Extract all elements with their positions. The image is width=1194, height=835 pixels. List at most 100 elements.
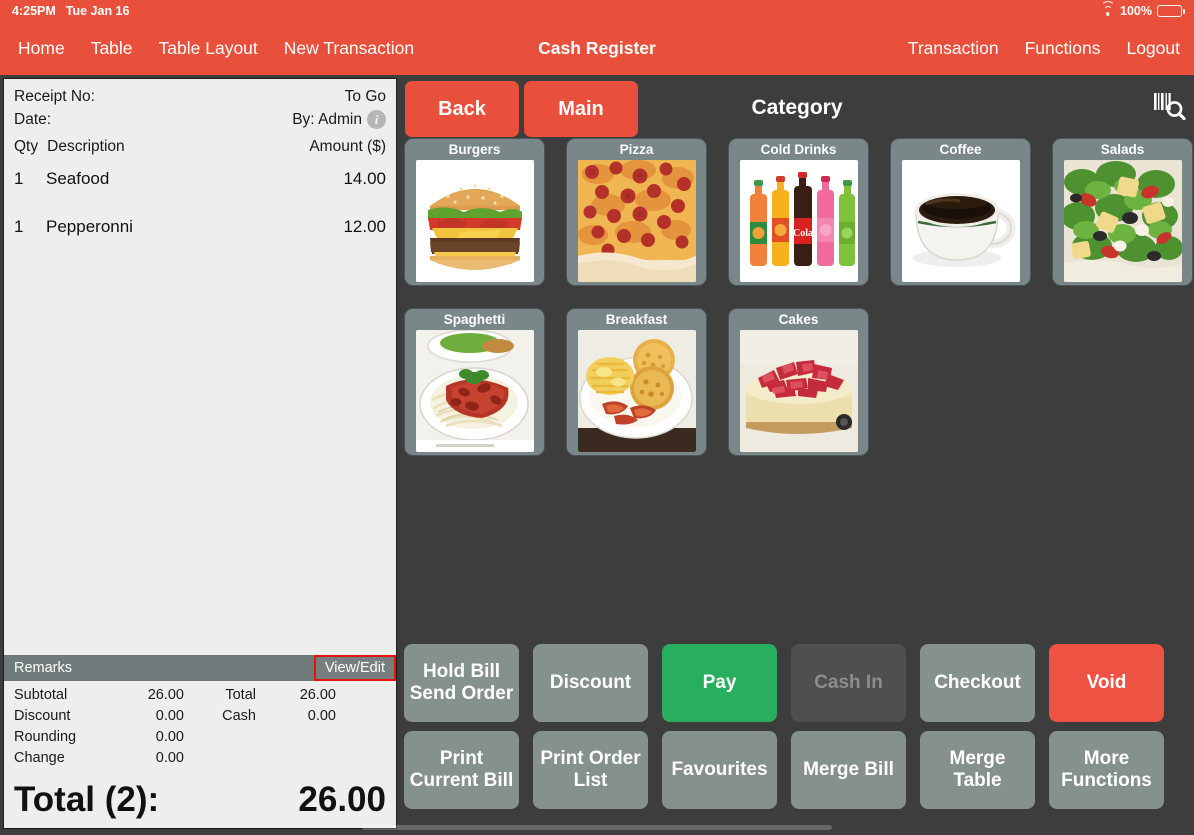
subtotal-value: 26.00 <box>147 687 184 703</box>
grand-total-value: 26.00 <box>298 780 386 819</box>
pizza-photo <box>577 160 696 282</box>
nav-item-table[interactable]: Table <box>91 38 133 59</box>
line-item-description: Seafood <box>46 169 110 188</box>
column-header-qty: Qty <box>14 138 39 155</box>
svg-text:Cola: Cola <box>793 228 813 239</box>
strawberry-cheesecake-photo <box>739 330 858 452</box>
category-tile-label: Coffee <box>939 142 982 157</box>
status-bar-left: 4:25PM Tue Jan 16 <box>12 4 129 18</box>
category-grid: Burgers Pizza Cold Drinks Cola Coffee Sa… <box>400 138 1194 478</box>
category-toolbar: Back Main Category <box>400 78 1194 138</box>
favourites-button[interactable]: Favourites <box>662 731 777 809</box>
category-tile-cold-drinks[interactable]: Cold Drinks Cola <box>728 138 869 286</box>
receipt-by-label: By: Admin <box>292 111 362 128</box>
top-navigation-bar: Home Table Table Layout New Transaction … <box>0 22 1194 75</box>
more-functions-button[interactable]: More Functions <box>1049 731 1164 809</box>
nav-item-logout[interactable]: Logout <box>1126 38 1180 59</box>
category-tile-cakes[interactable]: Cakes <box>728 308 869 456</box>
category-panel: Back Main Category Burgers Pizza Cold Dr… <box>400 78 1194 835</box>
discount-value: 0.00 <box>155 708 184 724</box>
category-tile-label: Spaghetti <box>443 312 506 327</box>
nav-item-table-layout[interactable]: Table Layout <box>159 38 258 59</box>
battery-icon <box>1157 5 1185 17</box>
category-tile-spaghetti[interactable]: Spaghetti <box>404 308 545 456</box>
category-tile-coffee[interactable]: Coffee <box>890 138 1031 286</box>
line-item-description: Pepperonni <box>46 217 133 236</box>
barcode-scan-search-icon[interactable] <box>1151 90 1187 124</box>
wifi-icon <box>1100 0 1115 17</box>
nav-item-functions[interactable]: Functions <box>1025 38 1101 59</box>
merge-bill-button[interactable]: Merge Bill <box>791 731 906 809</box>
receipt-no-label: Receipt No: <box>14 88 95 105</box>
action-row-1: Hold Bill Send Order Discount Pay Cash In… <box>400 644 1194 722</box>
battery-percent-label: 100% <box>1120 4 1152 18</box>
status-time: 4:25PM <box>12 4 56 18</box>
receipt-line-item[interactable]: 1 Seafood 14.00 <box>14 169 386 189</box>
line-item-amount: 14.00 <box>343 169 386 188</box>
receipt-date-row: Date: By: Admin i <box>14 108 386 131</box>
hold-bill-send-order-button[interactable]: Hold Bill Send Order <box>404 644 519 722</box>
checkout-button[interactable]: Checkout <box>920 644 1035 722</box>
receipt-item-list[interactable]: 1 Seafood 14.00 1 Pepperonni 12.00 <box>4 156 396 655</box>
grand-total-label: Total (2): <box>14 780 160 819</box>
totals-spacer-b <box>256 729 336 745</box>
info-icon[interactable]: i <box>367 110 386 129</box>
salad-photo <box>1063 160 1182 282</box>
line-item-qty: 1 <box>14 169 24 188</box>
status-date: Tue Jan 16 <box>65 4 130 18</box>
receipt-date-label: Date: <box>14 111 52 128</box>
line-item-qty: 1 <box>14 217 24 236</box>
grand-total-row: Total (2): 26.00 <box>4 780 396 828</box>
line-item-amount: 12.00 <box>343 217 386 236</box>
category-tile-label: Pizza <box>619 142 654 157</box>
cash-label: Cash <box>222 708 256 724</box>
receipt-by-group: By: Admin i <box>292 108 386 131</box>
pay-button[interactable]: Pay <box>662 644 777 722</box>
cash-in-button: Cash In <box>791 644 906 722</box>
burger-photo <box>415 160 534 282</box>
column-header-description: Description <box>47 138 125 155</box>
nav-item-new-transaction[interactable]: New Transaction <box>284 38 414 59</box>
receipt-col-left: Qty Description <box>14 138 125 156</box>
totals-spacer-c <box>184 750 256 766</box>
category-tile-burgers[interactable]: Burgers <box>404 138 545 286</box>
receipt-totals: Subtotal 26.00 Total 26.00 Discount 0.00… <box>4 681 396 766</box>
category-tile-label: Breakfast <box>605 312 668 327</box>
action-button-panel: Hold Bill Send Order Discount Pay Cash In… <box>400 644 1194 818</box>
pos-app-screen: 4:25PM Tue Jan 16 100% Home Table Table … <box>0 0 1194 835</box>
nav-item-transaction[interactable]: Transaction <box>908 38 999 59</box>
receipt-column-headers: Qty Description Amount ($) <box>14 138 386 156</box>
view-edit-button[interactable]: View/Edit <box>313 655 396 681</box>
receipt-header: Receipt No: To Go Date: By: Admin i Qty … <box>4 79 396 156</box>
merge-table-button[interactable]: Merge Table <box>920 731 1035 809</box>
category-tile-label: Cold Drinks <box>760 142 837 157</box>
main-button[interactable]: Main <box>524 81 638 137</box>
totals-spacer-a <box>184 729 256 745</box>
void-button[interactable]: Void <box>1049 644 1164 722</box>
print-order-list-button[interactable]: Print Order List <box>533 731 648 809</box>
category-tile-pizza[interactable]: Pizza <box>566 138 707 286</box>
print-current-bill-button[interactable]: Print Current Bill <box>404 731 519 809</box>
nav-item-home[interactable]: Home <box>18 38 65 59</box>
receipt-panel: Receipt No: To Go Date: By: Admin i Qty … <box>3 78 397 829</box>
totals-grid: Subtotal 26.00 Total 26.00 Discount 0.00… <box>14 687 386 766</box>
rounding-label: Rounding <box>14 729 77 745</box>
receipt-line-item[interactable]: 1 Pepperonni 12.00 <box>14 217 386 237</box>
category-tile-salads[interactable]: Salads <box>1052 138 1193 286</box>
home-indicator <box>362 825 832 830</box>
coffee-cup-photo <box>901 160 1020 282</box>
category-tile-breakfast[interactable]: Breakfast <box>566 308 707 456</box>
receipt-no-row: Receipt No: To Go <box>14 85 386 108</box>
back-button[interactable]: Back <box>405 81 519 137</box>
discount-button[interactable]: Discount <box>533 644 648 722</box>
subtotal-label: Subtotal <box>14 687 68 703</box>
change-label: Change <box>14 750 65 766</box>
nav-right-group: Transaction Functions Logout <box>908 22 1180 75</box>
remarks-label: Remarks <box>14 660 73 676</box>
order-type-label: To Go <box>344 88 386 105</box>
category-tile-label: Burgers <box>448 142 501 157</box>
cash-value: 0.00 <box>307 708 336 724</box>
spaghetti-photo <box>415 330 534 452</box>
soda-bottles-photo: Cola <box>739 160 858 282</box>
category-row-1: Burgers Pizza Cold Drinks Cola Coffee Sa… <box>400 138 1194 286</box>
